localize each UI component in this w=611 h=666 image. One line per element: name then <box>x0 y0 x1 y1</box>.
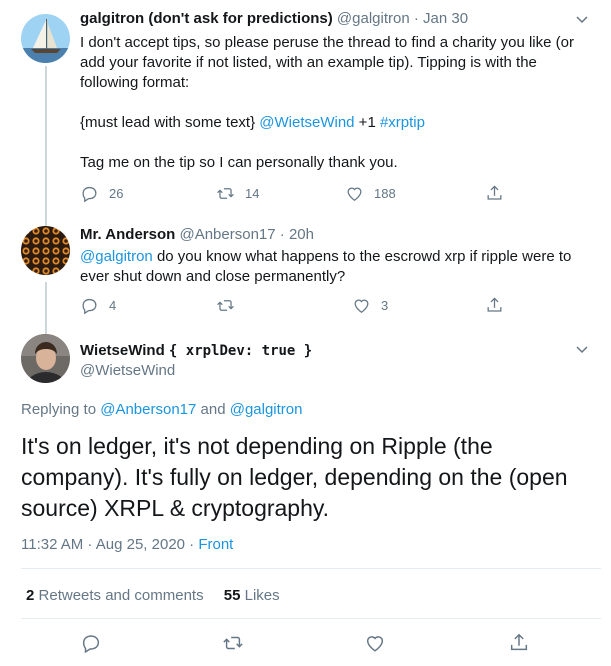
tweet-header: galgitron (don't ask for predictions) @g… <box>80 10 468 27</box>
like-icon[interactable] <box>364 632 386 654</box>
retweet-icon <box>217 300 234 311</box>
like-button[interactable]: 188 <box>345 184 396 203</box>
tweet-date[interactable]: Jan 30 <box>423 10 468 27</box>
tweet-galgitron[interactable]: galgitron (don't ask for predictions) @g… <box>0 10 611 226</box>
tweet-actions: 4 3 <box>80 296 611 316</box>
tweet-text: @galgitron do you know what happens to t… <box>80 247 571 287</box>
mention-link[interactable]: @WietseWind <box>259 114 354 131</box>
like-count: 188 <box>374 186 396 201</box>
reply-count: 4 <box>109 298 117 313</box>
like-icon <box>354 299 369 313</box>
reply-icon <box>82 186 97 203</box>
retweet-count: 14 <box>245 186 260 201</box>
hashtag-link[interactable]: #xrptip <box>380 114 425 131</box>
retweet-button[interactable] <box>216 296 235 315</box>
share-button[interactable] <box>485 296 504 315</box>
reply-button[interactable]: 26 <box>80 184 123 203</box>
likes-stat[interactable]: 55 Likes <box>224 587 280 604</box>
tweet-header: WietseWind { xrplDev: true } <box>80 342 312 359</box>
separator-dot: · <box>413 10 419 27</box>
reply-user-link[interactable]: @Anberson17 <box>100 401 196 418</box>
thread-line <box>45 282 47 335</box>
share-icon <box>487 185 502 200</box>
reply-icon <box>82 298 97 315</box>
main-tweet-actions <box>0 632 611 656</box>
tweet-date[interactable]: 20h <box>289 226 314 243</box>
tweet-header: Mr. Anderson @Anberson17 · 20h <box>80 226 314 243</box>
tweet-text: I don't accept tips, so please peruse th… <box>80 33 574 173</box>
tweet-anderson[interactable]: Mr. Anderson @Anberson17 · 20h @galgitro… <box>0 226 611 335</box>
retweet-icon[interactable] <box>222 632 244 654</box>
display-name[interactable]: Mr. Anderson <box>80 226 175 243</box>
handle[interactable]: @WietseWind <box>80 362 175 379</box>
avatar-galgitron[interactable] <box>21 14 70 63</box>
chevron-down-icon[interactable] <box>575 342 589 356</box>
text-line: Tag me on the tip so I can personally th… <box>80 154 398 171</box>
tweet-timestamp: 11:32 AM · Aug 25, 2020 · Front <box>21 536 234 553</box>
text-line: It's on ledger, it's not depending on Ri… <box>21 433 493 459</box>
divider <box>21 568 601 569</box>
text-line: {must lead with some text} @WietseWind +… <box>80 114 425 131</box>
tweet-actions: 26 14 188 <box>80 184 611 204</box>
reply-count: 26 <box>109 186 124 201</box>
main-tweet-text: It's on ledger, it's not depending on Ri… <box>21 431 568 524</box>
retweet-icon <box>217 188 234 199</box>
share-icon <box>487 297 502 312</box>
share-button[interactable] <box>485 184 504 203</box>
display-name[interactable]: galgitron (don't ask for predictions) <box>80 10 333 27</box>
mention-link[interactable]: @galgitron <box>80 248 153 265</box>
like-count: 3 <box>381 298 389 313</box>
text-line: company). It's fully on ledger, dependin… <box>21 464 568 490</box>
text-line: I don't accept tips, so please peruse th… <box>80 34 574 51</box>
chevron-down-icon[interactable] <box>575 12 589 26</box>
handle[interactable]: @Anberson17 <box>179 226 275 243</box>
text-line: ever shut down and close permanently? <box>80 268 346 285</box>
text-line: source) XRPL & cryptography. <box>21 495 330 521</box>
thread-line <box>45 66 47 226</box>
handle[interactable]: @galgitron <box>337 10 410 27</box>
display-name[interactable]: WietseWind <box>80 342 165 359</box>
replying-to: Replying to @Anberson17 and @galgitron <box>21 401 303 418</box>
reply-user-link[interactable]: @galgitron <box>230 401 303 418</box>
code-badge: { xrplDev: true } <box>168 343 313 359</box>
divider <box>21 618 601 619</box>
separator-dot: · <box>279 226 285 243</box>
share-icon[interactable] <box>508 632 530 654</box>
retweets-stat[interactable]: 2 Retweets and comments <box>26 587 204 604</box>
source-link[interactable]: Front <box>198 536 233 553</box>
engagement-stats: 2 Retweets and comments 55 Likes <box>26 587 280 604</box>
reply-icon[interactable] <box>80 632 102 654</box>
reply-button[interactable]: 4 <box>80 296 116 315</box>
avatar-wietsewind[interactable] <box>21 334 70 383</box>
retweet-button[interactable]: 14 <box>216 184 259 203</box>
text-line: following format: <box>80 74 190 91</box>
like-icon <box>347 187 362 201</box>
like-button[interactable]: 3 <box>352 296 388 315</box>
avatar-anderson[interactable] <box>21 226 70 275</box>
main-tweet: WietseWind { xrplDev: true } @WietseWind… <box>0 334 611 666</box>
text-line: add your favorite if not listed, with an… <box>80 54 537 71</box>
text-line: @galgitron do you know what happens to t… <box>80 248 572 265</box>
